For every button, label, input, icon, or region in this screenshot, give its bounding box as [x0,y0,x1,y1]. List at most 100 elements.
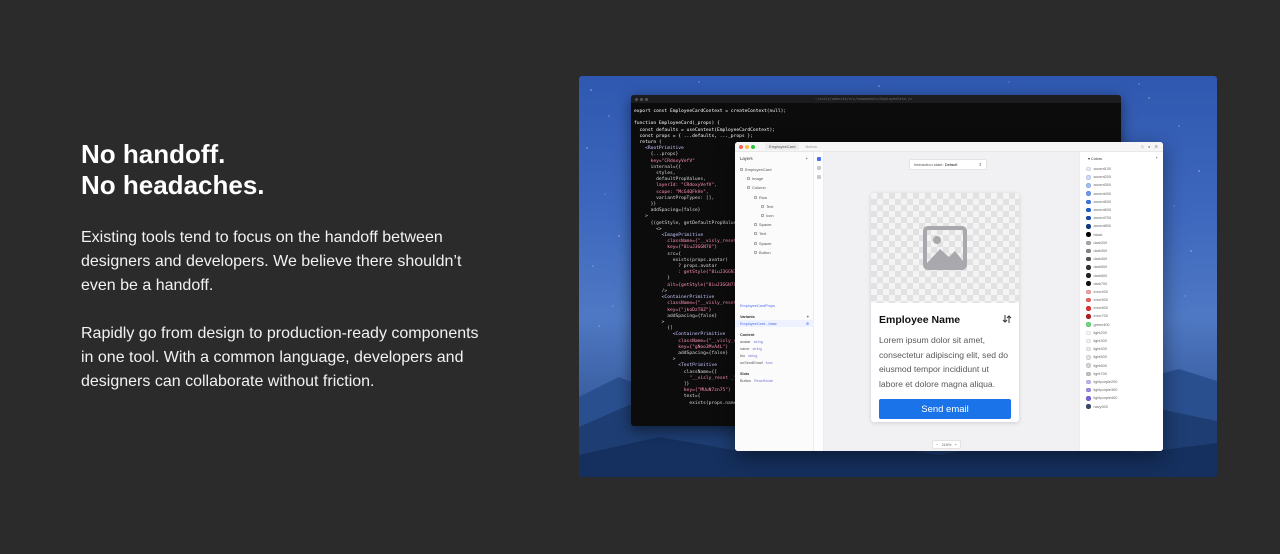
slot-name: Button [740,378,751,383]
layer-item[interactable]: Spacer [735,239,813,248]
color-token[interactable]: lightpurple200 [1080,378,1163,386]
prop-type: string [753,339,763,344]
prop-type: string [752,346,762,351]
swap-icon[interactable] [1002,311,1012,329]
layer-label: Column [752,185,766,191]
color-token[interactable]: accent400 [1080,190,1163,198]
layer-item[interactable]: EmployeeCard [735,165,813,174]
props-link[interactable]: EmployeeCardProps [735,302,814,309]
color-token[interactable]: error400 [1080,288,1163,296]
window-minimize-dot[interactable] [745,144,749,149]
color-name: dark600 [1093,273,1108,278]
color-token[interactable]: lightpurple400 [1080,394,1163,402]
layer-item[interactable]: Spacer [735,220,813,229]
color-token[interactable]: light400 [1080,345,1163,353]
settings-icon[interactable]: ⚙ [1154,144,1158,149]
color-token[interactable]: light500 [1080,353,1163,361]
layer-icon [754,232,757,236]
interaction-state-select[interactable]: Interaction state: Default ⇕ [909,159,987,170]
color-name: accent400 [1093,191,1112,196]
color-swatch [1086,330,1091,336]
color-token[interactable]: lightpurple300 [1080,386,1163,394]
slot-item[interactable]: Button ReactNode [735,377,814,384]
layer-label: EmployeeCard [745,167,772,173]
window-maximize-dot[interactable] [751,144,755,149]
color-token[interactable]: navy300 [1080,402,1163,410]
slot-type: ReactNode [753,378,773,383]
color-token[interactable]: error700 [1080,312,1163,320]
color-token[interactable]: light600 [1080,362,1163,370]
color-token[interactable]: accent500 [1080,198,1163,206]
color-name: accent300 [1093,183,1112,188]
color-token[interactable]: accent100 [1080,165,1163,173]
layer-label: Image [752,176,764,182]
window-close-dot[interactable] [739,144,743,149]
color-token[interactable]: accent200 [1080,173,1163,181]
color-swatch [1086,404,1091,409]
color-name: light700 [1093,371,1107,376]
layer-item[interactable]: Icon [735,211,813,220]
layer-item[interactable]: Column [735,183,813,192]
tab-employee-card[interactable]: EmployeeCard [765,143,800,150]
slots-label: Slots [740,371,750,376]
color-token[interactable]: dark400 [1080,255,1163,263]
layer-label: Text [759,231,767,237]
variants-label: Variants [740,314,755,319]
color-token[interactable]: error600 [1080,304,1163,312]
window-maximize-dot[interactable] [645,97,648,101]
zoom-control[interactable]: − 216% + [932,440,961,449]
send-email-button[interactable]: Send email [879,399,1011,419]
text-tool-icon[interactable] [816,175,821,179]
color-token[interactable]: dark300 [1080,247,1163,255]
layer-item[interactable]: Text [735,229,813,238]
color-token[interactable]: dark500 [1080,263,1163,271]
layer-icon [754,250,757,254]
color-name: light500 [1093,355,1107,360]
zoom-out-icon[interactable]: − [936,443,938,447]
layer-icon [754,195,757,199]
color-token[interactable]: light300 [1080,337,1163,345]
color-token[interactable]: light700 [1080,370,1163,378]
select-tool-icon[interactable] [816,157,821,161]
github-icon[interactable]: ● [1148,144,1150,149]
layer-label: Spacer [759,222,772,228]
toolbar-icons: ◇ ● ⚙ [1141,144,1163,149]
color-name: lightpurple300 [1093,388,1118,393]
employee-bio: Lorem ipsum dolor sit amet, consectetur … [879,335,1008,389]
color-token[interactable]: error500 [1080,296,1163,304]
layer-item[interactable]: Button [735,248,813,257]
color-token[interactable]: dark200 [1080,239,1163,247]
variant-options-icon[interactable]: ⊕ [806,321,809,326]
color-token[interactable]: dark700 [1080,280,1163,288]
color-token[interactable]: accent700 [1080,214,1163,222]
content-prop[interactable]: onSendEmail func [735,359,814,366]
share-icon[interactable]: ◇ [1141,144,1144,149]
design-canvas[interactable]: Interaction state: Default ⇕ Employee Na… [824,152,1079,451]
add-color-icon[interactable]: + [1156,156,1158,161]
color-token[interactable]: dark600 [1080,271,1163,279]
frame-tool-icon[interactable] [816,166,821,170]
window-minimize-dot[interactable] [640,97,643,101]
color-token[interactable]: green400 [1080,321,1163,329]
content-prop[interactable]: name string [735,345,814,352]
content-prop[interactable]: avatar string [735,338,814,345]
add-variant-icon[interactable]: + [807,315,809,319]
tab-button[interactable]: Button [805,144,817,149]
color-name: error700 [1093,314,1108,319]
zoom-in-icon[interactable]: + [955,443,957,447]
layer-item[interactable]: Row [735,193,813,202]
layer-item[interactable]: Image [735,174,813,183]
add-layer-icon[interactable]: + [806,156,808,161]
window-close-dot[interactable] [635,97,638,101]
color-name: accent500 [1093,199,1112,204]
layer-item[interactable]: Text [735,202,813,211]
content-prop[interactable]: bio string [735,352,814,359]
variant-selected[interactable]: EmployeeCard - base ⊕ [735,320,814,327]
color-token[interactable]: accent300 [1080,181,1163,189]
color-token[interactable]: accent800 [1080,222,1163,230]
employee-card-preview[interactable]: Employee Name Lorem ipsum dolor sit amet… [871,193,1019,422]
color-token[interactable]: light200 [1080,329,1163,337]
color-token[interactable]: accent600 [1080,206,1163,214]
color-token[interactable]: black [1080,231,1163,239]
intro-paragraph: Existing tools tend to focus on the hand… [81,229,462,294]
